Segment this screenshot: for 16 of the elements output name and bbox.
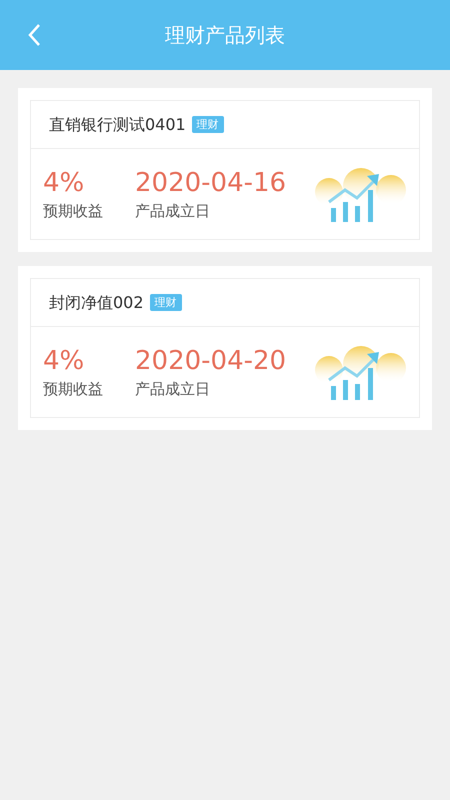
product-card[interactable]: 直销银行测试0401 理财 4% 预期收益 2020-04-16 产品成立日 [18,88,432,252]
product-name: 封闭净值002 [49,292,144,314]
expected-return-label: 预期收益 [43,200,104,222]
expected-return-value: 4% [43,166,86,200]
product-name: 直销银行测试0401 [49,114,186,136]
establish-date-label: 产品成立日 [135,200,211,222]
back-icon [27,23,41,47]
product-card[interactable]: 封闭净值002 理财 4% 预期收益 2020-04-20 产品成立日 [18,266,432,430]
establish-date-value: 2020-04-20 [135,344,286,378]
establish-date-label: 产品成立日 [135,378,211,400]
page-title: 理财产品列表 [165,22,285,49]
product-tag: 理财 [150,294,182,311]
product-tag: 理财 [192,116,224,133]
establish-date-value: 2020-04-16 [135,166,286,200]
expected-return-label: 预期收益 [43,378,104,400]
expected-return-value: 4% [43,344,86,378]
